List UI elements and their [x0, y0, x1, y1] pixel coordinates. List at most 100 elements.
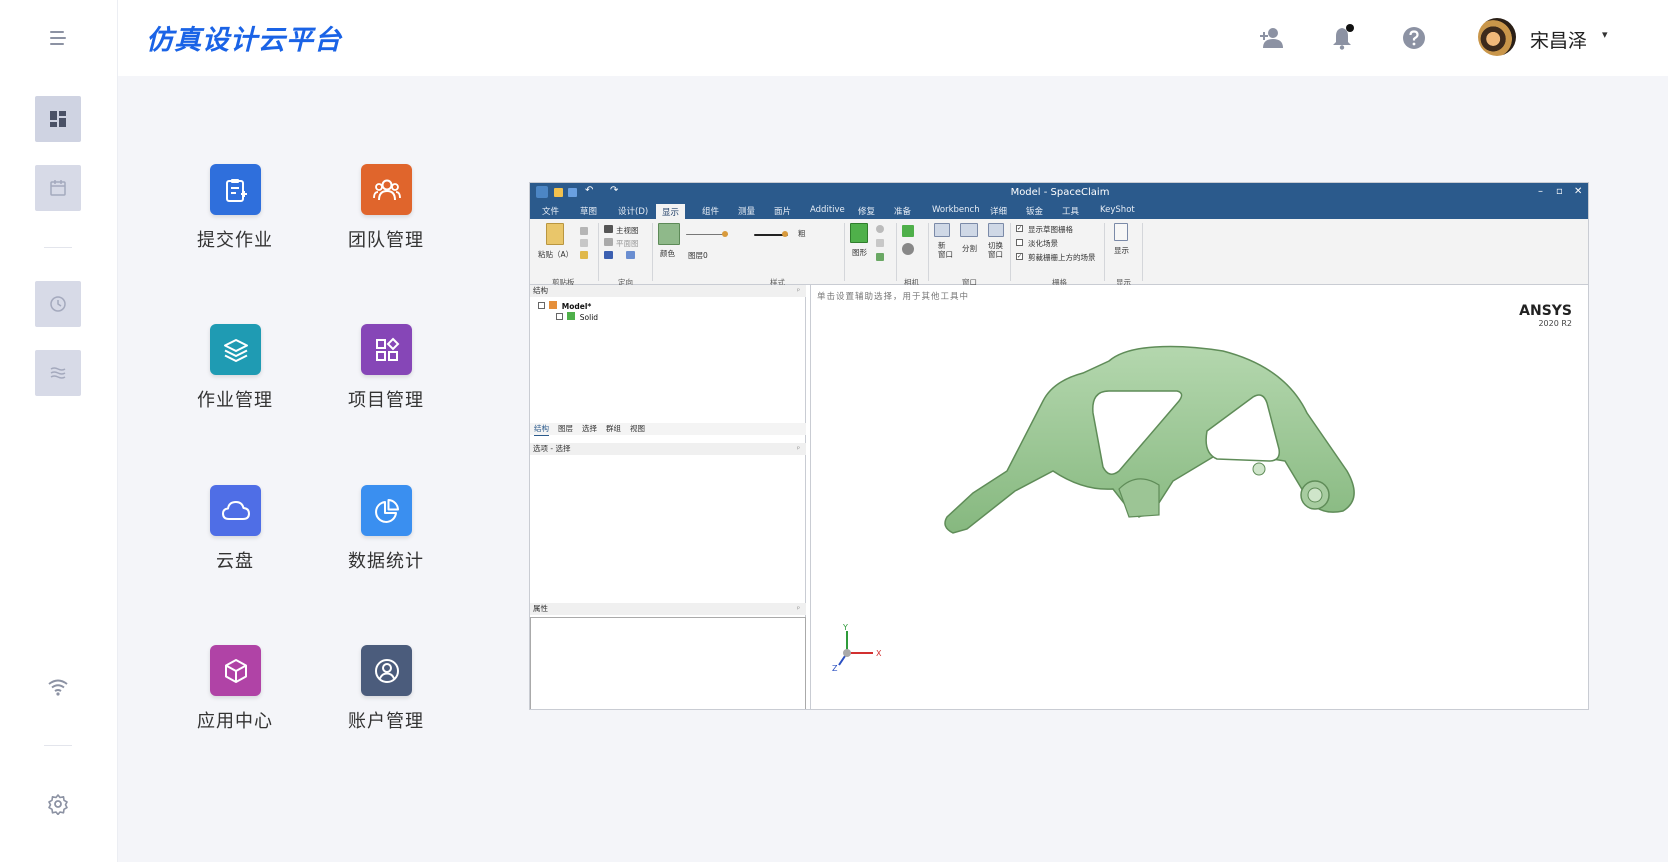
color-swatch-icon — [658, 223, 680, 245]
sc-window-title: Model - SpaceClaim — [1010, 187, 1110, 198]
bracket-model — [944, 345, 1355, 534]
tree-row-model: Model* — [538, 301, 591, 311]
app-submit-job[interactable]: 提交作业 — [180, 164, 290, 274]
gear-icon[interactable] — [46, 792, 70, 816]
stack-icon — [223, 338, 248, 362]
sc-structure-panel: 结构 ᵖ Model* Solid 结构 图层 选择 群组 视图 选项 - 选择… — [530, 285, 806, 709]
sc-tab: 测量 — [738, 207, 756, 217]
menu-toggle-icon[interactable] — [46, 28, 70, 48]
sidebar-item-calendar[interactable] — [35, 165, 81, 211]
axis-triad: Y X Z — [832, 623, 882, 673]
solid-icon — [567, 312, 576, 320]
view-rotate-icon — [626, 251, 635, 259]
pane-title: 属性 — [533, 604, 548, 613]
view-cube-icon — [604, 251, 613, 259]
plane-view-icon — [604, 238, 613, 246]
ansys-version: 2020 R2 — [1538, 319, 1572, 328]
team-icon — [372, 179, 401, 200]
switch-window-icon — [988, 223, 1004, 237]
app-job-management[interactable]: 作业管理 — [180, 324, 290, 434]
user-menu-caret-icon[interactable]: ▾ — [1602, 28, 1608, 41]
sc-tab: KeyShot — [1100, 205, 1135, 215]
app-cloud-disk[interactable]: 云盘 — [180, 485, 290, 595]
sidebar-divider — [44, 745, 72, 746]
sidebar-item-dashboard[interactable] — [35, 96, 81, 142]
sc-subtab: 选择 — [582, 424, 597, 433]
restore-icon: ▫ — [1556, 186, 1563, 197]
sc-subtab: 群组 — [606, 424, 621, 433]
user-name[interactable]: 宋昌泽 — [1530, 26, 1587, 53]
box-icon — [224, 658, 247, 683]
wifi-icon[interactable] — [46, 675, 70, 699]
rb-switch-window: 切换 窗口 — [988, 241, 1003, 259]
sc-subtab: 图层 — [558, 424, 573, 433]
pin-icon: ᵖ — [797, 605, 800, 613]
submit-job-tile — [210, 164, 261, 215]
app-label: 账户管理 — [348, 711, 424, 732]
job-tile — [210, 324, 261, 375]
sidebar-item-layers[interactable] — [35, 350, 81, 396]
line-weight-endpoint-icon — [782, 231, 788, 237]
tree-label: Solid — [579, 313, 599, 322]
app-center-tile — [210, 645, 261, 696]
project-tile — [361, 324, 412, 375]
pane-header-properties: 属性 ᵖ — [530, 603, 806, 615]
help-icon[interactable] — [1400, 24, 1428, 52]
apps-icon — [375, 337, 399, 361]
app-account-management[interactable]: 账户管理 — [331, 645, 441, 755]
rb-paste-label: 粘贴（A） — [538, 250, 574, 259]
add-user-icon[interactable] — [1258, 24, 1286, 52]
sc-tab-active: 显示 — [656, 204, 686, 219]
layers-icon — [50, 367, 66, 379]
paste-icon — [546, 223, 564, 245]
ansys-logo-text: ANSYS — [1519, 303, 1572, 319]
sc-tab: Additive — [810, 205, 845, 215]
camera-gear-icon — [902, 243, 914, 255]
app-label: 应用中心 — [197, 711, 273, 732]
sc-tab: 准备 — [894, 207, 912, 217]
calendar-icon — [50, 180, 66, 196]
page: 仿真设计云平台 宋昌泽 ▾ 提交作业 团队管理 作业管理 项目管理 云盘 数据统… — [0, 0, 1668, 862]
app-label: 云盘 — [216, 551, 254, 572]
sc-tab: 草图 — [580, 207, 598, 217]
brand-title: 仿真设计云平台 — [146, 25, 342, 56]
bell-icon[interactable] — [1328, 24, 1356, 52]
rb-split: 分割 — [962, 244, 977, 253]
sc-tab: Workbench — [932, 205, 980, 215]
pane-title: 结构 — [533, 286, 548, 295]
rb-display: 显示 — [1114, 246, 1129, 255]
tree-row-solid: Solid — [556, 312, 598, 322]
sc-tab: 钣金 — [1026, 207, 1044, 217]
app-team-management[interactable]: 团队管理 — [331, 164, 441, 274]
app-application-center[interactable]: 应用中心 — [180, 645, 290, 755]
rb-separator — [896, 223, 897, 281]
new-window-icon — [934, 223, 950, 237]
cut-icon — [580, 227, 588, 235]
pane-subtabs: 结构 图层 选择 群组 视图 — [530, 423, 806, 436]
camera-cube-icon — [902, 225, 914, 237]
pin-icon: ᵖ — [797, 287, 800, 295]
app-label: 数据统计 — [348, 551, 424, 572]
rb-separator — [652, 223, 653, 281]
sidebar — [0, 0, 118, 862]
app-project-management[interactable]: 项目管理 — [331, 324, 441, 434]
pane-title: 选项 - 选择 — [533, 444, 571, 453]
format-painter-icon — [580, 251, 588, 259]
axis-y-label: Y — [842, 623, 848, 632]
sidebar-item-history[interactable] — [35, 281, 81, 327]
shape-cube-icon — [850, 223, 868, 243]
stats-tile — [361, 485, 412, 536]
display-green-icon — [876, 253, 884, 261]
sc-tab: 工具 — [1062, 207, 1080, 217]
app-label: 项目管理 — [348, 390, 424, 411]
tree-checkbox-icon — [538, 302, 545, 309]
cloud-icon — [221, 500, 250, 520]
rb-separator — [598, 223, 599, 281]
rb-color: 颜色 — [660, 249, 675, 258]
sidebar-divider — [44, 247, 72, 248]
avatar[interactable] — [1478, 18, 1516, 56]
copy-icon — [580, 239, 588, 247]
fade-scene-checkbox — [1016, 239, 1023, 246]
dashboard-icon — [50, 111, 66, 127]
app-data-statistics[interactable]: 数据统计 — [331, 485, 441, 595]
